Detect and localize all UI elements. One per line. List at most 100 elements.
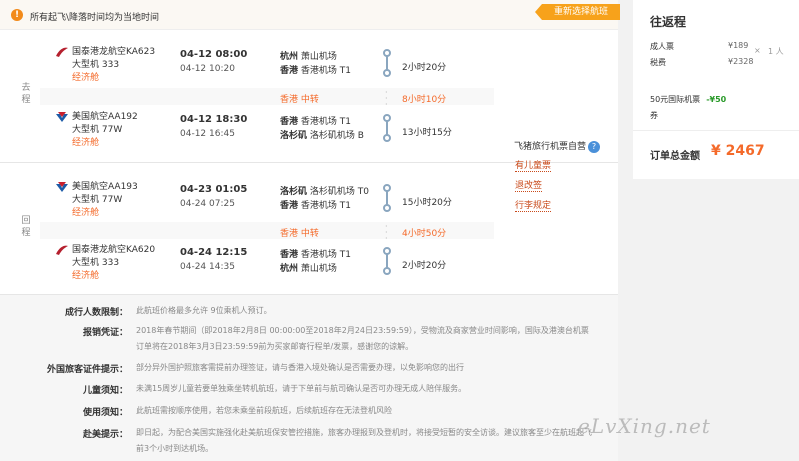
segment-label: 去程 xyxy=(21,83,31,105)
time-notice-text: 所有起飞\降落时间均为当地时间 xyxy=(30,13,160,23)
flight-duration: 15小时20分 xyxy=(402,198,452,208)
cathay-logo xyxy=(56,47,68,57)
departure-airport-name: 香港机场 T1 xyxy=(300,117,351,127)
departure-airport-name: 香港机场 T1 xyxy=(300,250,351,260)
transfer-wait: 4小时50分 xyxy=(402,229,447,239)
time-notice: ! 所有起飞\降落时间均为当地时间 xyxy=(0,0,618,30)
adult-fare-label: 成人票 xyxy=(650,42,674,51)
coupon-value: -¥50 xyxy=(706,95,727,104)
coupon-label: 50元国际机票 xyxy=(650,95,701,104)
flight-duration: 13小时15分 xyxy=(402,128,452,138)
aircraft-type: 大型机 77W xyxy=(72,195,123,205)
rule-key: 使用须知： xyxy=(82,408,128,418)
rule-value: 未满15周岁儿童若要单独乘坐转机航班，请于下单前与航司确认是否可办理无成人陪伴服… xyxy=(136,384,467,393)
arrival-airport: 洛杉矶 洛杉矶机场 B xyxy=(280,128,364,141)
flight-leg: 美国航空AA192 大型机 77W 经济舱 04-12 18:30 04-12 … xyxy=(40,109,490,159)
arrival-airport: 香港 香港机场 T1 xyxy=(280,198,351,211)
baggage-rules-link[interactable]: 行李规定 xyxy=(515,198,552,212)
departure-city: 香港 xyxy=(280,117,299,127)
arrival-time: 04-12 10:20 xyxy=(180,64,235,74)
rule-value: 即日起，为配合美国实施强化赴美航班保安管控措施，旅客办理报到及登机时，将接受短暂… xyxy=(136,428,592,453)
arrival-airport-name: 洛杉矶机场 B xyxy=(309,131,364,141)
rule-key: 外国旅客证件提示： xyxy=(46,365,128,375)
arrival-city: 洛杉矶 xyxy=(280,131,308,141)
arrival-airport-name: 萧山机场 xyxy=(300,264,337,274)
departure-airport: 香港 香港机场 T1 xyxy=(280,114,351,127)
transfer-bar: 香港 中转 · · · 4小时50分 xyxy=(40,222,494,243)
departure-airport-name: 萧山机场 xyxy=(300,52,337,62)
route-line-icon xyxy=(382,49,392,79)
watermark: eLvXing.net xyxy=(578,414,711,438)
booking-rules: 成行人数限制： 此航班价格最多允许 9位乘机人预订。 报销凭证： 2018年春节… xyxy=(0,295,618,461)
airline-name: 国泰港龙航空KA620 xyxy=(72,245,156,255)
rule-key: 报销凭证： xyxy=(82,328,128,338)
departure-time: 04-24 12:15 xyxy=(180,247,248,258)
american-airlines-logo xyxy=(56,112,68,122)
departure-time: 04-12 18:30 xyxy=(180,114,248,125)
route-line-icon xyxy=(382,114,392,144)
adult-fare-price: ¥189 xyxy=(728,41,749,50)
arrival-airport-name: 香港机场 T1 xyxy=(300,66,351,76)
vendor-label: 飞猪旅行机票自营 xyxy=(514,142,587,152)
arrival-city: 杭州 xyxy=(280,264,299,274)
route-line-icon xyxy=(382,247,392,277)
flight-detail-panel: ! 所有起飞\降落时间均为当地时间 去程 国泰港龙航空KA623 大型机 333… xyxy=(0,0,618,461)
flight-leg: 国泰港龙航空KA623 大型机 333 经济舱 04-12 08:00 04-1… xyxy=(40,44,490,94)
departure-time: 04-23 01:05 xyxy=(180,184,248,195)
flight-leg: 国泰港龙航空KA620 大型机 333 经济舱 04-24 12:15 04-2… xyxy=(40,242,490,292)
arrival-airport: 香港 香港机场 T1 xyxy=(280,63,351,76)
airline-name: 美国航空AA192 xyxy=(72,112,138,122)
rule-value: 部分异外国护照旅客需提前办理签证，请与香港入境处确认是否需要办理，以免影响您的出… xyxy=(136,363,464,372)
departure-airport: 杭州 萧山机场 xyxy=(280,49,337,62)
price-summary: 往返程 成人票 ¥189 × 1 人 税费 ¥2328 50元国际机票 -¥50 … xyxy=(633,0,799,179)
rule-key: 儿童须知： xyxy=(82,386,128,396)
help-icon[interactable]: ? xyxy=(588,141,601,153)
arrival-airport-name: 香港机场 T1 xyxy=(300,201,351,211)
arrival-time: 04-24 07:25 xyxy=(180,199,235,209)
departure-city: 香港 xyxy=(280,250,299,260)
multiply-sign: × xyxy=(754,46,761,55)
cabin-class: 经济舱 xyxy=(72,271,100,281)
coupon-suffix: 券 xyxy=(650,111,658,120)
warning-icon: ! xyxy=(11,9,23,21)
cathay-logo xyxy=(56,245,68,255)
departure-time: 04-12 08:00 xyxy=(180,49,248,60)
arrival-time: 04-12 16:45 xyxy=(180,129,235,139)
transfer-city: 香港 中转 xyxy=(280,95,319,105)
dots-icon: · · · xyxy=(385,88,388,109)
rule-value: 2018年春节期间（即2018年2月8日 00:00:00至2018年2月24日… xyxy=(136,326,589,351)
rule-value: 此航班价格最多允许 9位乘机人预订。 xyxy=(136,306,272,315)
rule-key: 成行人数限制： xyxy=(64,308,128,318)
flight-duration: 2小时20分 xyxy=(402,63,447,73)
tax-price: ¥2328 xyxy=(728,57,754,66)
reselect-flight-button[interactable]: 重新选择航班 xyxy=(535,4,620,20)
arrival-city: 香港 xyxy=(280,201,299,211)
tax-label: 税费 xyxy=(650,58,666,67)
flight-duration: 2小时20分 xyxy=(402,261,447,271)
cabin-class: 经济舱 xyxy=(72,208,100,218)
transfer-bar: 香港 中转 · · · 8小时10分 xyxy=(40,88,494,109)
coupon-row: 50元国际机票 -¥50 券 xyxy=(650,92,726,124)
departure-airport: 洛杉矶 洛杉矶机场 T0 xyxy=(280,184,369,197)
arrival-time: 04-24 14:35 xyxy=(180,262,235,272)
aircraft-type: 大型机 77W xyxy=(72,125,123,135)
transfer-city: 香港 中转 xyxy=(280,229,319,239)
departure-city: 杭州 xyxy=(280,52,299,62)
total-label: 订单总金额 xyxy=(650,151,700,162)
rule-key: 赴美提示： xyxy=(82,430,128,440)
american-airlines-logo xyxy=(56,182,68,192)
airline-name: 国泰港龙航空KA623 xyxy=(72,47,156,57)
route-line-icon xyxy=(382,184,392,214)
tax-row: 税费 ¥2328 xyxy=(650,57,790,68)
departure-airport-name: 洛杉矶机场 T0 xyxy=(309,187,369,197)
airline-name: 美国航空AA193 xyxy=(72,182,138,192)
child-ticket-link[interactable]: 有儿童票 xyxy=(515,158,552,172)
refund-change-link[interactable]: 退改签 xyxy=(515,178,543,192)
order-total: 订单总金额 ¥ 2467 xyxy=(633,130,799,179)
aircraft-type: 大型机 333 xyxy=(72,60,120,70)
passenger-count: 1 人 xyxy=(768,47,784,56)
segment-label: 回程 xyxy=(21,216,31,238)
arrival-city: 香港 xyxy=(280,66,299,76)
total-amount: ¥ 2467 xyxy=(711,143,765,159)
rule-value: 此航班需按顺序使用，若您未乘坐前段航班，后续航班存在无法登机风险 xyxy=(136,406,392,415)
